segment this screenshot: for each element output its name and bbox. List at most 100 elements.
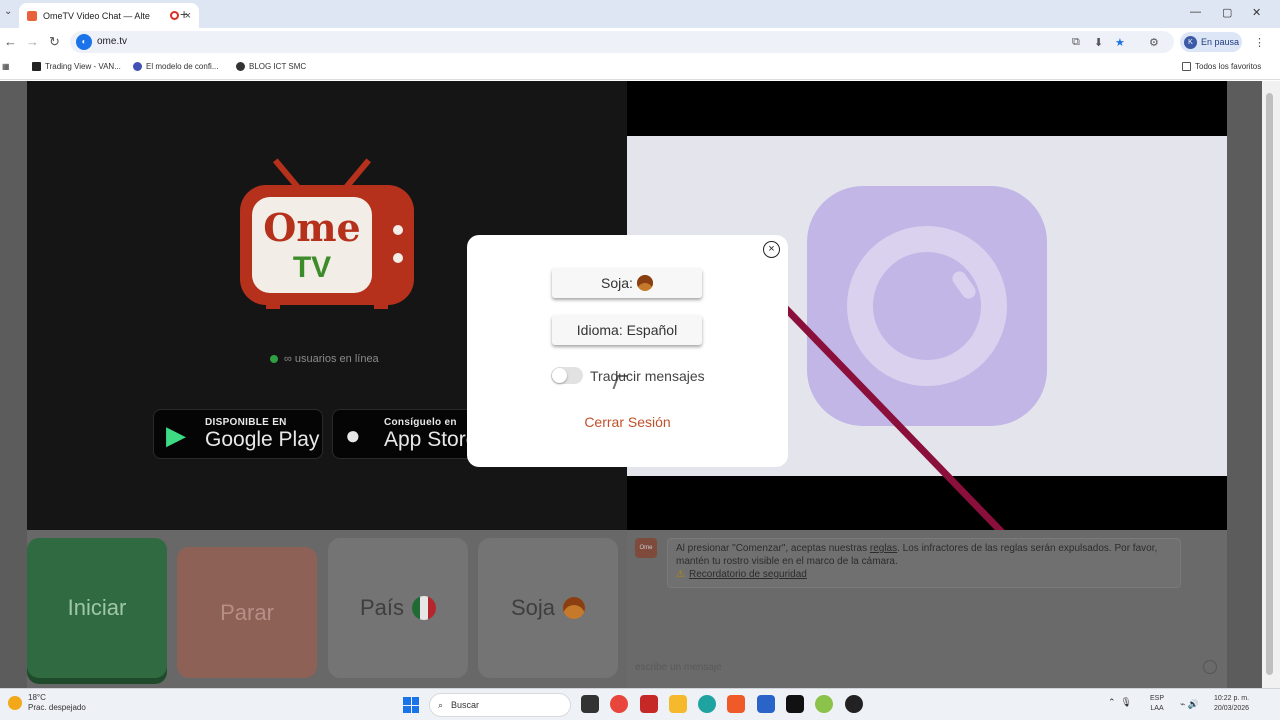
online-dot-icon: [270, 355, 278, 363]
ometv-logo: Ome TV: [240, 151, 414, 311]
windows-start-icon[interactable]: [403, 697, 419, 713]
brave-icon[interactable]: [727, 695, 745, 713]
site-info-icon[interactable]: ◐: [76, 34, 92, 50]
recording-indicator-icon: [169, 11, 179, 20]
camera-lens: [847, 226, 1007, 386]
bookmark-tradingview[interactable]: Trading View - VAN...: [32, 62, 121, 71]
gender-button[interactable]: Soja: [478, 538, 618, 678]
avatar: K: [1184, 35, 1197, 49]
boy-face-icon: [563, 597, 586, 619]
tray-icons[interactable]: ⌃ 🎙: [1108, 697, 1132, 708]
tab-title: OmeTV Video Chat — Alte: [43, 10, 150, 21]
stop-button[interactable]: Parar: [177, 547, 317, 678]
google-play-small-text: DISPONIBLE EN: [205, 417, 287, 428]
logo-tv-text: TV: [292, 251, 332, 284]
network-icon[interactable]: ⌁ 🔊: [1180, 699, 1199, 710]
controls-bar: Iniciar Parar País Soja Ome Al presionar…: [27, 530, 1227, 688]
bookmark-blog[interactable]: BLOG ICT SMC: [236, 62, 306, 71]
logo-foot: [374, 303, 388, 309]
camera-off-icon: [807, 186, 1047, 426]
google-play-icon: ▶: [166, 420, 186, 450]
logo-ome-text: Ome: [263, 205, 361, 250]
mexico-flag-icon: [412, 596, 437, 620]
profile-status: En pausa: [1201, 37, 1240, 47]
app-icon[interactable]: [815, 695, 833, 713]
logo-tv-body: Ome TV: [240, 185, 414, 305]
task-view-icon[interactable]: [581, 695, 599, 713]
google-play-badge[interactable]: ▶ DISPONIBLE EN Google Play: [153, 409, 323, 459]
bookmarks-bar: ▦ Trading View - VAN... El modelo de con…: [0, 56, 1280, 80]
settings-modal: × Soja: Idioma: Español Traducir mensaje…: [467, 235, 788, 467]
safety-reminder-link[interactable]: Recordatorio de seguridad: [689, 569, 807, 580]
start-button[interactable]: Iniciar: [27, 538, 167, 678]
online-status: ∞ usuarios en línea: [270, 353, 379, 365]
menu-icon[interactable]: ⋮: [1254, 36, 1265, 49]
url-text: ome.tv: [97, 36, 128, 47]
chat-input[interactable]: escribe un mensaje: [635, 662, 722, 673]
logo-knob: [393, 225, 403, 235]
taskbar-search[interactable]: ⌕ Buscar: [429, 693, 571, 717]
store-icon[interactable]: [757, 695, 775, 713]
edge-icon[interactable]: [698, 695, 716, 713]
boy-face-icon: [636, 275, 653, 291]
tab-strip: ⌄ OmeTV Video Chat — Alte × + — ▢ ✕: [0, 0, 1280, 28]
file-explorer-icon[interactable]: [669, 695, 687, 713]
folder-icon: [1182, 62, 1191, 71]
language-select-button[interactable]: Idioma: Español: [552, 315, 702, 345]
tab-search-icon[interactable]: ⌄: [4, 6, 12, 17]
search-icon: ⌕: [438, 699, 444, 710]
modal-close-icon[interactable]: ×: [763, 241, 780, 258]
app-store-small-text: Consíguelo en: [384, 417, 457, 428]
apple-icon: ●: [345, 420, 361, 450]
page-scrollbar[interactable]: [1262, 81, 1280, 688]
browser-tab[interactable]: OmeTV Video Chat — Alte ×: [19, 3, 199, 28]
forward-icon[interactable]: →: [26, 34, 39, 49]
logo-screen: Ome TV: [252, 197, 372, 293]
apps-icon[interactable]: ▦: [2, 62, 10, 71]
close-window-button[interactable]: ✕: [1252, 6, 1261, 19]
rules-link[interactable]: reglas: [870, 543, 897, 554]
extensions-icon[interactable]: ⚙: [1149, 36, 1159, 49]
country-button[interactable]: País: [328, 538, 468, 678]
bookmark-model[interactable]: El modelo de confi...: [133, 62, 218, 71]
tradingview-icon: [32, 62, 41, 71]
profile-button[interactable]: K En pausa: [1180, 32, 1242, 52]
globe-icon: [236, 62, 245, 71]
install-app-icon[interactable]: ⬇: [1094, 36, 1103, 49]
translate-toggle[interactable]: [551, 367, 583, 384]
tradingview-icon[interactable]: [786, 695, 804, 713]
app-icon[interactable]: [640, 695, 658, 713]
site-icon: [133, 62, 142, 71]
minimize-button[interactable]: —: [1190, 6, 1201, 18]
toolbar: ← → ↻ ◐ ome.tv ⧉ ⬇ ★ ⚙ ⋮: [0, 28, 1280, 56]
back-icon[interactable]: ←: [4, 34, 17, 49]
toggle-knob: [552, 368, 567, 383]
emoji-icon[interactable]: [1203, 660, 1217, 674]
google-play-big-text: Google Play: [205, 428, 320, 451]
app-icon[interactable]: [845, 695, 863, 713]
new-tab-button[interactable]: +: [180, 6, 188, 22]
chat-panel: Ome Al presionar "Comenzar", aceptas nue…: [627, 530, 1227, 688]
ometv-favicon-icon: [27, 10, 37, 21]
all-bookmarks[interactable]: Todos los favoritos: [1182, 62, 1261, 71]
ometv-chat-icon: Ome: [635, 538, 657, 558]
gender-select-button[interactable]: Soja:: [552, 268, 702, 298]
maximize-button[interactable]: ▢: [1222, 6, 1232, 19]
translate-icon[interactable]: ⧉: [1072, 36, 1080, 49]
weather-widget[interactable]: 18°C Prac. despejado: [8, 693, 86, 713]
bookmark-star-icon[interactable]: ★: [1115, 36, 1125, 49]
chrome-icon[interactable]: [610, 695, 628, 713]
logout-link[interactable]: Cerrar Sesión: [467, 414, 788, 430]
warning-icon: ⚠: [676, 569, 685, 580]
sun-icon: [8, 696, 22, 710]
logo-knob: [393, 253, 403, 263]
taskbar: 18°C Prac. despejado ⌕ Buscar ⌃ 🎙 ESP LAA …: [0, 688, 1280, 720]
online-users-text: ∞ usuarios en línea: [284, 353, 379, 365]
rules-notice: Al presionar "Comenzar", aceptas nuestra…: [667, 538, 1181, 588]
clock[interactable]: 10:22 p. m. 20/03/2026: [1214, 694, 1249, 714]
reload-icon[interactable]: ↻: [49, 34, 60, 50]
scrollbar-thumb[interactable]: [1266, 93, 1273, 675]
app-store-big-text: App Store: [384, 428, 478, 451]
address-bar[interactable]: ◐ ome.tv: [70, 31, 1174, 53]
language-indicator[interactable]: ESP LAA: [1150, 694, 1164, 714]
